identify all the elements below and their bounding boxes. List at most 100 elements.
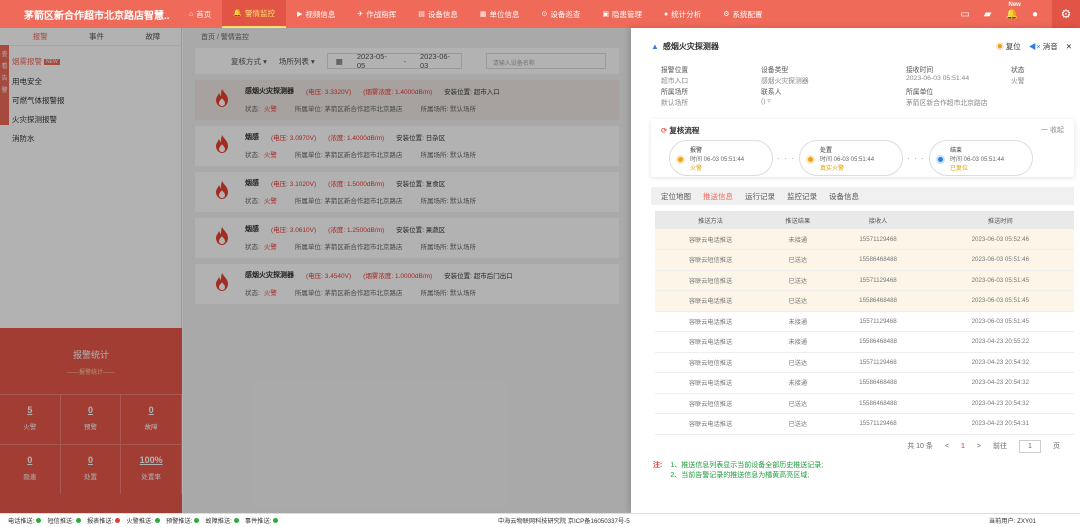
pager-current-page[interactable]: 1: [961, 443, 965, 450]
footer-status-item: 故障推送:: [205, 516, 239, 525]
notes: 注: 1、推送信息列表显示当前设备全部历史推送记录; 2、当前告警记录的推送信息…: [653, 461, 1080, 481]
footer-status-label: 短信推送:: [47, 518, 74, 525]
flow-step: 结束时间 06-03 05:51:44 已复位: [929, 140, 1033, 176]
user-icon[interactable]: ●: [1032, 9, 1038, 20]
step-time: 时间 06-03 05:51:44: [950, 157, 1005, 163]
table-row: 容联云电话推送 未接通 15571129468 2023-06-03 05:52:46: [655, 229, 1074, 250]
status-dot-icon: [273, 518, 279, 523]
table-cell: 2023-06-03 05:51:45: [926, 290, 1074, 312]
table-row: 容联云短信推送 已送达 15571129468 2023-06-03 05:51:45: [655, 270, 1074, 291]
nav-icon: ⚙: [723, 11, 730, 18]
nav-icon: ●: [663, 10, 669, 18]
footer: 电话推送: 短信推送: 报表推送: 火警推送: 预警推送: 故障推送: 事件推送: 中海云物…: [0, 513, 1080, 527]
panel-actions: ◉ 复位 ◀× 消音 ✕: [996, 41, 1072, 52]
nav-item-1[interactable]: 🔔 警情监控: [222, 0, 286, 28]
table-cell: 15586468488: [829, 249, 927, 271]
nav-item-8[interactable]: ● 统计分析: [653, 0, 712, 28]
nav-item-9[interactable]: ⚙ 系统配置: [712, 0, 773, 28]
step-status: 已复位: [950, 166, 969, 172]
nav-label: 警情监控: [244, 8, 275, 18]
table-row: 容联云短信推送 已送达 15586468488 2023-06-03 05:51:46: [655, 249, 1074, 271]
pager-prev-button[interactable]: <: [945, 443, 949, 450]
nav-icon: ▦: [479, 11, 487, 18]
step-status: 真实火警: [820, 166, 845, 172]
nav-label: 视频信息: [305, 9, 336, 19]
footer-status-label: 报表推送:: [86, 518, 114, 525]
nav-icon: ▤: [418, 11, 425, 18]
tab-3[interactable]: 监控记录: [787, 191, 817, 202]
new-badge: New: [1008, 1, 1021, 8]
nav-item-6[interactable]: ⊙ 设备巡查: [530, 0, 591, 28]
tab-2[interactable]: 运行记录: [745, 191, 775, 202]
nav-label: 首页: [196, 9, 212, 19]
monitor-icon[interactable]: ▭: [960, 9, 969, 20]
flow-steps: 报警 时间 06-03 05:51:44 火警 · · · 处置 时间 06-03 05:…: [669, 140, 1074, 176]
tab-0[interactable]: 定位地图: [661, 191, 691, 202]
table-row: 容联云电话推送 已送达 15586468488 2023-06-03 05:51:45: [655, 290, 1074, 312]
notification-bell-icon[interactable]: 🔔 New: [1006, 2, 1021, 20]
notes-label: 注:: [653, 461, 663, 469]
info-value: 感烟火灾探测器: [761, 78, 809, 85]
review-flow-card: ⟳ 复核流程 一 收起 报警 时间 06-03 05:51:44 火警 · · · 处置…: [651, 119, 1074, 177]
nav-item-5[interactable]: ▦ 单位信息: [469, 0, 531, 28]
reset-button[interactable]: ◉ 复位: [996, 41, 1021, 52]
step-separator: · · ·: [777, 153, 795, 163]
collapse-button[interactable]: 一 收起: [1041, 125, 1064, 135]
table-cell: 已送达: [766, 393, 830, 414]
table-cell: 2023-04-23 20:55:22: [926, 331, 1074, 353]
device-info-grid: 报警位置 设备类型 接收时间 状态 超市入口 感烟火灾探测器 2023-06-03 05:5…: [631, 64, 1080, 107]
table-cell: 2023-04-23 20:54:31: [926, 413, 1074, 435]
info-label: 报警位置: [661, 67, 689, 74]
footer-status-item: 事件推送:: [245, 516, 279, 525]
pager-total: 共 10 条: [907, 443, 933, 450]
step-name: 结束: [950, 148, 963, 154]
table-cell: 未接通: [766, 229, 830, 250]
info-value: 默认场所: [661, 100, 689, 107]
step-separator: · · ·: [907, 153, 925, 163]
footer-status-label: 火警推送:: [126, 518, 153, 525]
pager-goto-label: 前往: [993, 443, 1007, 450]
table-cell: 容联云电话推送: [655, 372, 767, 394]
footer-status-item: 电话推送:: [8, 516, 42, 525]
step-status-icon: [806, 155, 815, 164]
pager-unit-label: 页: [1053, 443, 1060, 450]
table-cell: 15586468488: [829, 372, 927, 394]
tab-4[interactable]: 设备信息: [829, 191, 859, 202]
table-cell: 2023-06-03 05:51:45: [926, 270, 1074, 291]
table-row: 容联云电话推送 未接通 15586468488 2023-04-23 20:55:22: [655, 331, 1074, 353]
footer-copyright: 中海云物联网科技研究院 京ICP备16050337号-5: [498, 518, 630, 525]
pager-goto-input[interactable]: 1: [1019, 439, 1041, 453]
note-line: 1、推送信息列表显示当前设备全部历史推送记录;: [670, 461, 824, 469]
close-icon[interactable]: ✕: [1066, 42, 1072, 51]
table-cell: 15586468488: [829, 290, 927, 312]
nav-icon: ▣: [602, 11, 609, 18]
nav-icon: 🔔: [233, 10, 242, 17]
step-status-icon: [936, 155, 945, 164]
nav-item-7[interactable]: ▣ 隐患管理: [591, 0, 653, 28]
status-dot-icon: [194, 518, 200, 523]
table-cell: 15571129468: [829, 229, 927, 250]
overlay-mask[interactable]: [0, 28, 631, 513]
step-status: 火警: [690, 166, 703, 172]
info-label: 所属单位: [906, 89, 934, 96]
book-icon[interactable]: ▰: [984, 9, 992, 20]
mute-button[interactable]: ◀× 消音: [1029, 41, 1058, 52]
table-cell: 2023-04-23 20:54:32: [926, 372, 1074, 394]
tab-1[interactable]: 推送信息: [703, 191, 733, 202]
pager-next-button[interactable]: >: [977, 443, 981, 450]
nav-item-0[interactable]: ⌂ 首页: [178, 0, 222, 28]
pagination: 共 10 条 < 1 > 前往 1 页: [631, 439, 1060, 453]
table-cell: 15586468488: [829, 393, 927, 414]
info-label: 设备类型: [761, 67, 789, 74]
nav-item-4[interactable]: ▤ 设备信息: [407, 0, 469, 28]
settings-gear-icon[interactable]: ⚙: [1052, 0, 1080, 28]
panel-header: ▲ 感烟火灾探测器 ◉ 复位 ◀× 消音 ✕: [631, 28, 1080, 64]
nav-item-2[interactable]: ▶ 视频信息: [286, 0, 346, 28]
info-label: 所属场所: [661, 89, 689, 96]
table-row: 容联云短信推送 已送达 15571129468 2023-04-23 20:54:32: [655, 352, 1074, 373]
detector-icon: ▲: [651, 41, 659, 51]
nav-item-3[interactable]: ✈ 作战指挥: [346, 0, 407, 28]
speaker-mute-icon: ◀×: [1028, 41, 1041, 51]
table-header: 推送方法: [655, 211, 767, 229]
table-header-row: 推送方法 推送结果 接收人 推送时间: [655, 211, 1074, 229]
